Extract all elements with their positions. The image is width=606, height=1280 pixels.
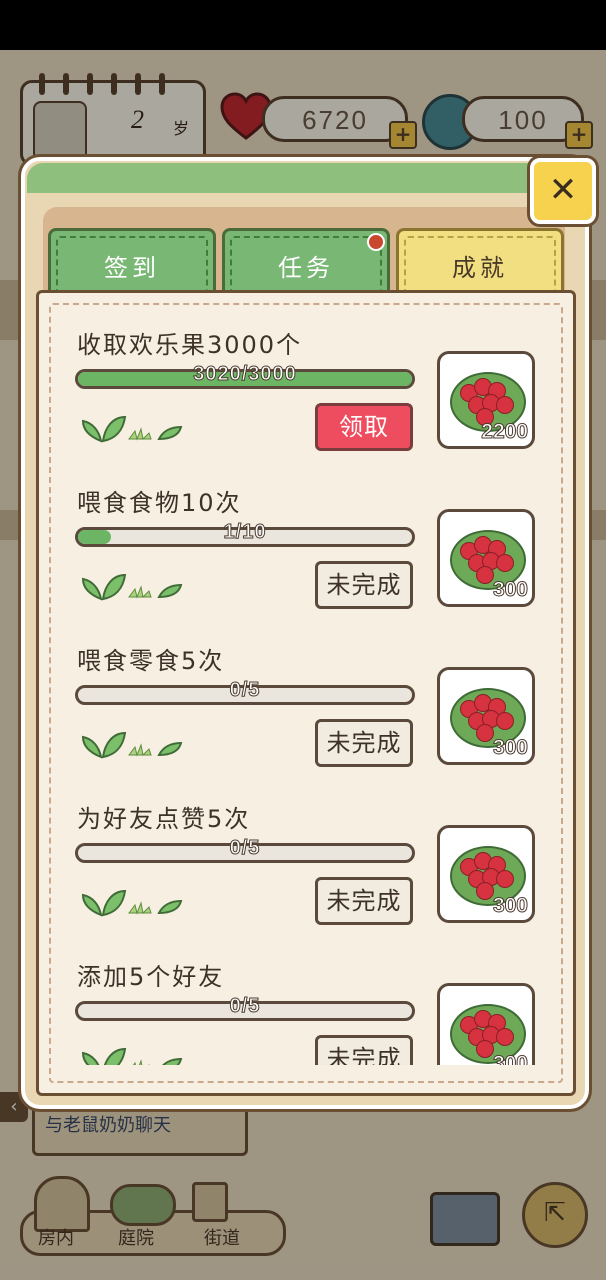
achievement-title: 喂食零食5次 bbox=[77, 647, 225, 675]
achievement-item: 喂食食物10次 1/10 未完成 300 bbox=[39, 451, 573, 609]
reward-count: 300 bbox=[492, 578, 528, 602]
tab-tasks-label: 任务 bbox=[278, 254, 334, 282]
sprout-icon bbox=[81, 1047, 183, 1065]
achievement-title: 为好友点赞5次 bbox=[77, 805, 251, 833]
reward-count: 300 bbox=[492, 1052, 528, 1066]
reward-box: 300 bbox=[437, 825, 535, 923]
achievement-title: 收取欢乐果3000个 bbox=[77, 331, 303, 359]
game-screen: 2 岁 6720 + 100 + ‹ 与老鼠奶奶聊天 房内 庭院 街道 ⇱ ✕ … bbox=[0, 0, 606, 1280]
dialog-grass-trim bbox=[27, 163, 577, 193]
tab-checkin-label: 签到 bbox=[104, 254, 160, 282]
achievement-panel: 收取欢乐果3000个 3020/3000 领取 2200 喂食食物10次 1/1… bbox=[36, 290, 576, 1096]
progress-text: 3020/3000 bbox=[193, 363, 297, 386]
reward-box: 300 bbox=[437, 667, 535, 765]
achievement-item: 收取欢乐果3000个 3020/3000 领取 2200 bbox=[39, 293, 573, 451]
reward-count: 2200 bbox=[481, 420, 529, 444]
progress-text: 0/5 bbox=[229, 837, 261, 860]
status-bar bbox=[0, 0, 606, 50]
claim-button[interactable]: 领取 bbox=[315, 403, 413, 451]
sprout-icon bbox=[81, 731, 183, 759]
achievement-item: 为好友点赞5次 0/5 未完成 300 bbox=[39, 767, 573, 925]
achievement-action-button[interactable]: 未完成 bbox=[315, 877, 413, 925]
reward-box: 2200 bbox=[437, 351, 535, 449]
achievement-item: 添加5个好友 0/5 未完成 300 bbox=[39, 925, 573, 1065]
reward-box: 300 bbox=[437, 509, 535, 607]
achievement-item: 喂食零食5次 0/5 未完成 300 bbox=[39, 609, 573, 767]
close-icon: ✕ bbox=[548, 170, 578, 210]
sprout-icon bbox=[81, 415, 183, 443]
progress-text: 1/10 bbox=[223, 521, 267, 544]
achievement-list[interactable]: 收取欢乐果3000个 3020/3000 领取 2200 喂食食物10次 1/1… bbox=[39, 293, 573, 1065]
reward-box: 300 bbox=[437, 983, 535, 1065]
achievement-title: 添加5个好友 bbox=[77, 963, 225, 991]
progress-text: 0/5 bbox=[229, 995, 261, 1018]
close-button[interactable]: ✕ bbox=[530, 158, 596, 224]
achievement-title: 喂食食物10次 bbox=[77, 489, 242, 517]
notification-dot bbox=[367, 233, 385, 251]
sprout-icon bbox=[81, 573, 183, 601]
achievement-action-button[interactable]: 未完成 bbox=[315, 719, 413, 767]
progress-text: 0/5 bbox=[229, 679, 261, 702]
sprout-icon bbox=[81, 889, 183, 917]
achievement-action-button[interactable]: 未完成 bbox=[315, 561, 413, 609]
reward-count: 300 bbox=[492, 894, 528, 918]
tab-achievements-label: 成就 bbox=[452, 254, 508, 282]
achievement-action-button[interactable]: 未完成 bbox=[315, 1035, 413, 1065]
reward-count: 300 bbox=[492, 736, 528, 760]
